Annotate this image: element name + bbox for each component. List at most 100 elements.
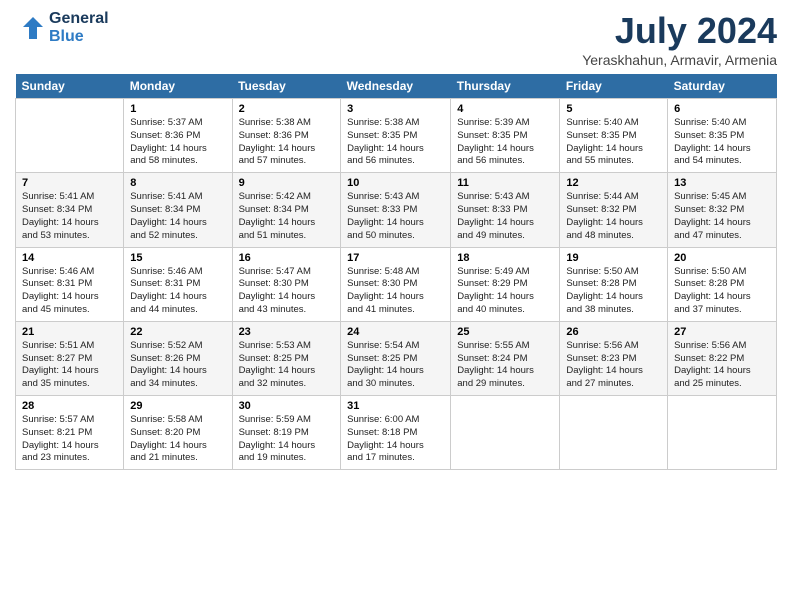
day-info: Sunrise: 5:38 AM Sunset: 8:36 PM Dayligh…: [239, 117, 335, 168]
calendar-cell: 26 Sunrise: 5:56 AM Sunset: 8:23 PM Dayli…: [560, 321, 668, 395]
calendar-cell: 11Sunrise: 5:43 AM Sunset: 8:33 PM Dayli…: [451, 173, 560, 247]
calendar-cell: 20 Sunrise: 5:50 AM Sunset: 8:28 PM Dayli…: [668, 247, 777, 321]
day-number: 16: [239, 252, 335, 264]
day-number: 18: [457, 252, 553, 264]
calendar-cell: 22 Sunrise: 5:52 AM Sunset: 8:26 PM Dayli…: [124, 321, 232, 395]
calendar-cell: 18 Sunrise: 5:49 AM Sunset: 8:29 PM Dayli…: [451, 247, 560, 321]
calendar-cell: [451, 396, 560, 470]
day-info: Sunrise: 5:51 AM Sunset: 8:27 PM Dayligh…: [22, 340, 117, 391]
day-header-monday: Monday: [124, 74, 232, 99]
title-area: July 2024 Yeraskhahun, Armavir, Armenia: [582, 10, 777, 68]
day-info: Sunrise: 5:45 AM Sunset: 8:32 PM Dayligh…: [674, 191, 770, 242]
calendar-cell: 13 Sunrise: 5:45 AM Sunset: 8:32 PM Dayli…: [668, 173, 777, 247]
day-number: 3: [347, 103, 444, 115]
calendar-cell: 4 Sunrise: 5:39 AM Sunset: 8:35 PM Daylig…: [451, 99, 560, 173]
calendar-cell: 1 Sunrise: 5:37 AM Sunset: 8:36 PM Daylig…: [124, 99, 232, 173]
day-number: 22: [130, 326, 225, 338]
logo-text: General Blue: [49, 10, 109, 46]
day-info: Sunrise: 5:56 AM Sunset: 8:23 PM Dayligh…: [566, 340, 661, 391]
day-number: 6: [674, 103, 770, 115]
day-info: Sunrise: 5:46 AM Sunset: 8:31 PM Dayligh…: [130, 266, 225, 317]
day-info: Sunrise: 5:41 AM Sunset: 8:34 PM Dayligh…: [130, 191, 225, 242]
day-number: 27: [674, 326, 770, 338]
day-number: 9: [239, 177, 335, 189]
calendar-cell: 31 Sunrise: 6:00 AM Sunset: 8:18 PM Dayli…: [341, 396, 451, 470]
day-info: Sunrise: 5:55 AM Sunset: 8:24 PM Dayligh…: [457, 340, 553, 391]
week-row-3: 14 Sunrise: 5:46 AM Sunset: 8:31 PM Dayli…: [16, 247, 777, 321]
day-header-thursday: Thursday: [451, 74, 560, 99]
day-number: 15: [130, 252, 225, 264]
calendar-cell: 10Sunrise: 5:43 AM Sunset: 8:33 PM Dayli…: [341, 173, 451, 247]
day-number: 7: [22, 177, 117, 189]
day-number: 29: [130, 400, 225, 412]
calendar-cell: 28Sunrise: 5:57 AM Sunset: 8:21 PM Dayli…: [16, 396, 124, 470]
page: General Blue July 2024 Yeraskhahun, Arma…: [0, 0, 792, 612]
calendar-cell: 9 Sunrise: 5:42 AM Sunset: 8:34 PM Daylig…: [232, 173, 341, 247]
day-info: Sunrise: 5:37 AM Sunset: 8:36 PM Dayligh…: [130, 117, 225, 168]
calendar-cell: 8 Sunrise: 5:41 AM Sunset: 8:34 PM Daylig…: [124, 173, 232, 247]
day-number: 30: [239, 400, 335, 412]
day-number: 10: [347, 177, 444, 189]
header-row: SundayMondayTuesdayWednesdayThursdayFrid…: [16, 74, 777, 99]
day-number: 1: [130, 103, 225, 115]
day-info: Sunrise: 5:50 AM Sunset: 8:28 PM Dayligh…: [674, 266, 770, 317]
day-info: Sunrise: 5:38 AM Sunset: 8:35 PM Dayligh…: [347, 117, 444, 168]
calendar-cell: 2Sunrise: 5:38 AM Sunset: 8:36 PM Daylig…: [232, 99, 341, 173]
subtitle: Yeraskhahun, Armavir, Armenia: [582, 52, 777, 68]
day-number: 4: [457, 103, 553, 115]
day-info: Sunrise: 5:53 AM Sunset: 8:25 PM Dayligh…: [239, 340, 335, 391]
day-info: Sunrise: 5:40 AM Sunset: 8:35 PM Dayligh…: [566, 117, 661, 168]
calendar-cell: [560, 396, 668, 470]
day-number: 12: [566, 177, 661, 189]
day-number: 23: [239, 326, 335, 338]
day-info: Sunrise: 5:50 AM Sunset: 8:28 PM Dayligh…: [566, 266, 661, 317]
day-header-tuesday: Tuesday: [232, 74, 341, 99]
calendar-cell: 30 Sunrise: 5:59 AM Sunset: 8:19 PM Dayli…: [232, 396, 341, 470]
day-header-friday: Friday: [560, 74, 668, 99]
day-info: Sunrise: 5:52 AM Sunset: 8:26 PM Dayligh…: [130, 340, 225, 391]
week-row-4: 21 Sunrise: 5:51 AM Sunset: 8:27 PM Dayli…: [16, 321, 777, 395]
day-number: 14: [22, 252, 117, 264]
day-info: Sunrise: 5:42 AM Sunset: 8:34 PM Dayligh…: [239, 191, 335, 242]
week-row-5: 28Sunrise: 5:57 AM Sunset: 8:21 PM Dayli…: [16, 396, 777, 470]
calendar-cell: 21 Sunrise: 5:51 AM Sunset: 8:27 PM Dayli…: [16, 321, 124, 395]
calendar-cell: 16Sunrise: 5:47 AM Sunset: 8:30 PM Dayli…: [232, 247, 341, 321]
logo: General Blue: [15, 10, 109, 46]
day-number: 8: [130, 177, 225, 189]
calendar-cell: 25 Sunrise: 5:55 AM Sunset: 8:24 PM Dayli…: [451, 321, 560, 395]
day-info: Sunrise: 5:57 AM Sunset: 8:21 PM Dayligh…: [22, 414, 117, 465]
day-info: Sunrise: 5:56 AM Sunset: 8:22 PM Dayligh…: [674, 340, 770, 391]
day-info: Sunrise: 5:49 AM Sunset: 8:29 PM Dayligh…: [457, 266, 553, 317]
calendar-cell: 12Sunrise: 5:44 AM Sunset: 8:32 PM Dayli…: [560, 173, 668, 247]
day-number: 21: [22, 326, 117, 338]
day-number: 19: [566, 252, 661, 264]
day-number: 25: [457, 326, 553, 338]
calendar-cell: [668, 396, 777, 470]
calendar-cell: 24 Sunrise: 5:54 AM Sunset: 8:25 PM Dayli…: [341, 321, 451, 395]
calendar-cell: 7Sunrise: 5:41 AM Sunset: 8:34 PM Daylig…: [16, 173, 124, 247]
calendar-cell: 6 Sunrise: 5:40 AM Sunset: 8:35 PM Daylig…: [668, 99, 777, 173]
calendar-cell: 3 Sunrise: 5:38 AM Sunset: 8:35 PM Daylig…: [341, 99, 451, 173]
day-info: Sunrise: 6:00 AM Sunset: 8:18 PM Dayligh…: [347, 414, 444, 465]
calendar-cell: 14Sunrise: 5:46 AM Sunset: 8:31 PM Dayli…: [16, 247, 124, 321]
day-info: Sunrise: 5:54 AM Sunset: 8:25 PM Dayligh…: [347, 340, 444, 391]
day-info: Sunrise: 5:58 AM Sunset: 8:20 PM Dayligh…: [130, 414, 225, 465]
day-info: Sunrise: 5:40 AM Sunset: 8:35 PM Dayligh…: [674, 117, 770, 168]
day-info: Sunrise: 5:39 AM Sunset: 8:35 PM Dayligh…: [457, 117, 553, 168]
day-info: Sunrise: 5:59 AM Sunset: 8:19 PM Dayligh…: [239, 414, 335, 465]
calendar-table: SundayMondayTuesdayWednesdayThursdayFrid…: [15, 74, 777, 470]
day-number: 31: [347, 400, 444, 412]
header: General Blue July 2024 Yeraskhahun, Arma…: [15, 10, 777, 68]
calendar-cell: 29 Sunrise: 5:58 AM Sunset: 8:20 PM Dayli…: [124, 396, 232, 470]
day-number: 13: [674, 177, 770, 189]
week-row-1: 1 Sunrise: 5:37 AM Sunset: 8:36 PM Daylig…: [16, 99, 777, 173]
calendar-cell: 19 Sunrise: 5:50 AM Sunset: 8:28 PM Dayli…: [560, 247, 668, 321]
day-header-sunday: Sunday: [16, 74, 124, 99]
logo-icon: [15, 13, 45, 43]
day-number: 26: [566, 326, 661, 338]
day-number: 24: [347, 326, 444, 338]
day-number: 20: [674, 252, 770, 264]
day-info: Sunrise: 5:43 AM Sunset: 8:33 PM Dayligh…: [457, 191, 553, 242]
day-number: 5: [566, 103, 661, 115]
day-info: Sunrise: 5:48 AM Sunset: 8:30 PM Dayligh…: [347, 266, 444, 317]
